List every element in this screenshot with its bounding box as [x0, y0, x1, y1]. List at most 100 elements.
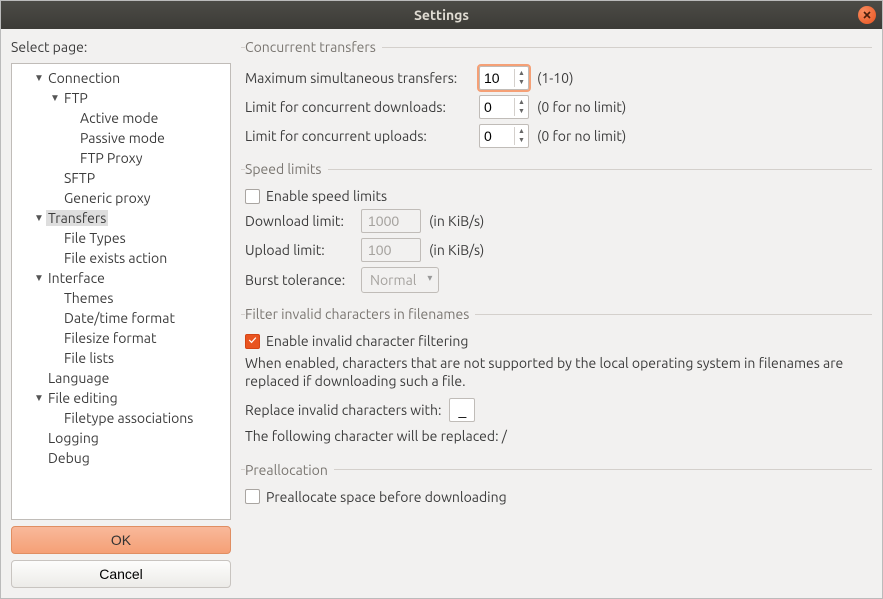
left-pane: Select page: ▼Connection▼FTPActive modeP…	[11, 39, 231, 588]
tree-item-generic-proxy[interactable]: Generic proxy	[12, 188, 230, 208]
tree-item-file-types[interactable]: File Types	[12, 228, 230, 248]
download-limit-unit: (in KiB/s)	[429, 213, 484, 229]
concurrent-ul-hint: (0 for no limit)	[537, 128, 626, 144]
download-limit-input	[361, 209, 421, 233]
checkbox-icon	[245, 489, 260, 504]
window-title: Settings	[414, 7, 469, 23]
download-limit-label: Download limit:	[245, 213, 353, 229]
select-page-label: Select page:	[11, 39, 231, 55]
tree-item-active-mode[interactable]: Active mode	[12, 108, 230, 128]
tree-item-label: File lists	[62, 350, 116, 366]
expand-icon: ▼	[50, 92, 62, 104]
spinner-up-icon[interactable]: ▲	[515, 127, 528, 136]
burst-tolerance-select: Normal	[361, 267, 439, 293]
max-transfers-input[interactable]: ▲▼	[479, 66, 529, 90]
tree-item-label: Language	[46, 370, 111, 386]
replace-chars-label: Replace invalid characters with:	[245, 402, 441, 418]
concurrent-dl-hint: (0 for no limit)	[537, 99, 626, 115]
tree-item-filesize-format[interactable]: Filesize format	[12, 328, 230, 348]
following-chars-label: The following character will be replaced…	[245, 427, 868, 445]
tree-item-label: Transfers	[46, 210, 108, 226]
tree-item-label: File exists action	[62, 250, 169, 266]
tree-item-sftp[interactable]: SFTP	[12, 168, 230, 188]
tree-item-label: FTP	[62, 90, 90, 106]
tree-item-label: Connection	[46, 70, 122, 86]
replace-chars-input[interactable]	[449, 398, 475, 422]
spinner-down-icon[interactable]: ▼	[515, 78, 528, 87]
upload-limit-unit: (in KiB/s)	[429, 242, 484, 258]
checkbox-label: Enable speed limits	[266, 188, 387, 204]
concurrent-ul-input[interactable]: ▲▼	[479, 124, 529, 148]
filter-description: When enabled, characters that are not su…	[245, 354, 868, 390]
close-icon	[863, 11, 871, 19]
group-legend: Speed limits	[245, 161, 328, 177]
expand-icon: ▼	[34, 392, 46, 404]
checkbox-icon	[245, 334, 260, 349]
tree-item-label: Logging	[46, 430, 101, 446]
tree-item-logging[interactable]: Logging	[12, 428, 230, 448]
page-tree[interactable]: ▼Connection▼FTPActive modePassive modeFT…	[11, 63, 231, 520]
enable-invalid-filtering-checkbox[interactable]: Enable invalid character filtering	[245, 333, 468, 349]
tree-item-date-time-format[interactable]: Date/time format	[12, 308, 230, 328]
preallocation-group: Preallocation Preallocate space before d…	[241, 462, 872, 518]
tree-item-ftp[interactable]: ▼FTP	[12, 88, 230, 108]
tree-item-debug[interactable]: Debug	[12, 448, 230, 468]
concurrent-dl-label: Limit for concurrent downloads:	[245, 99, 471, 115]
tree-item-label: File Types	[62, 230, 128, 246]
tree-item-passive-mode[interactable]: Passive mode	[12, 128, 230, 148]
tree-item-label: Date/time format	[62, 310, 177, 326]
max-transfers-label: Maximum simultaneous transfers:	[245, 70, 471, 86]
expand-icon: ▼	[34, 212, 46, 224]
close-button[interactable]	[858, 6, 876, 24]
tree-item-label: FTP Proxy	[78, 150, 145, 166]
cancel-button[interactable]: Cancel	[11, 560, 231, 588]
tree-item-interface[interactable]: ▼Interface	[12, 268, 230, 288]
tree-item-label: Interface	[46, 270, 107, 286]
checkbox-label: Preallocate space before downloading	[266, 489, 507, 505]
ok-button[interactable]: OK	[11, 526, 231, 554]
burst-tolerance-label: Burst tolerance:	[245, 272, 353, 288]
group-legend: Concurrent transfers	[245, 39, 382, 55]
tree-item-label: Themes	[62, 290, 115, 306]
settings-dialog: Settings Select page: ▼Connection▼FTPAct…	[0, 0, 883, 599]
tree-item-ftp-proxy[interactable]: FTP Proxy	[12, 148, 230, 168]
spinner-down-icon[interactable]: ▼	[515, 136, 528, 145]
spinner-down-icon[interactable]: ▼	[515, 107, 528, 116]
checkbox-icon	[245, 189, 260, 204]
checkbox-label: Enable invalid character filtering	[266, 333, 468, 349]
expand-icon: ▼	[34, 272, 46, 284]
group-legend: Preallocation	[245, 462, 334, 478]
tree-item-label: Filesize format	[62, 330, 158, 346]
group-legend: Filter invalid characters in filenames	[245, 306, 475, 322]
tree-item-themes[interactable]: Themes	[12, 288, 230, 308]
upload-limit-label: Upload limit:	[245, 242, 353, 258]
tree-item-file-lists[interactable]: File lists	[12, 348, 230, 368]
settings-content: Concurrent transfers Maximum simultaneou…	[241, 39, 872, 588]
tree-item-connection[interactable]: ▼Connection	[12, 68, 230, 88]
tree-item-transfers[interactable]: ▼Transfers	[12, 208, 230, 228]
spinner-up-icon[interactable]: ▲	[515, 98, 528, 107]
spinner-up-icon[interactable]: ▲	[515, 69, 528, 78]
max-transfers-hint: (1-10)	[537, 70, 574, 86]
concurrent-ul-label: Limit for concurrent uploads:	[245, 128, 471, 144]
enable-speed-limits-checkbox[interactable]: Enable speed limits	[245, 188, 387, 204]
tree-item-label: Passive mode	[78, 130, 167, 146]
preallocate-checkbox[interactable]: Preallocate space before downloading	[245, 489, 507, 505]
concurrent-transfers-group: Concurrent transfers Maximum simultaneou…	[241, 39, 872, 161]
tree-item-filetype-associations[interactable]: Filetype associations	[12, 408, 230, 428]
tree-item-label: Debug	[46, 450, 92, 466]
speed-limits-group: Speed limits Enable speed limits Downloa…	[241, 161, 872, 306]
titlebar: Settings	[1, 1, 882, 29]
tree-item-language[interactable]: Language	[12, 368, 230, 388]
tree-item-file-exists-action[interactable]: File exists action	[12, 248, 230, 268]
upload-limit-input	[361, 238, 421, 262]
concurrent-dl-input[interactable]: ▲▼	[479, 95, 529, 119]
filter-invalid-group: Filter invalid characters in filenames E…	[241, 306, 872, 462]
tree-item-label: SFTP	[62, 170, 97, 186]
expand-icon: ▼	[34, 72, 46, 84]
tree-item-label: Generic proxy	[62, 190, 153, 206]
tree-item-file-editing[interactable]: ▼File editing	[12, 388, 230, 408]
tree-item-label: File editing	[46, 390, 120, 406]
tree-item-label: Active mode	[78, 110, 160, 126]
tree-item-label: Filetype associations	[62, 410, 195, 426]
